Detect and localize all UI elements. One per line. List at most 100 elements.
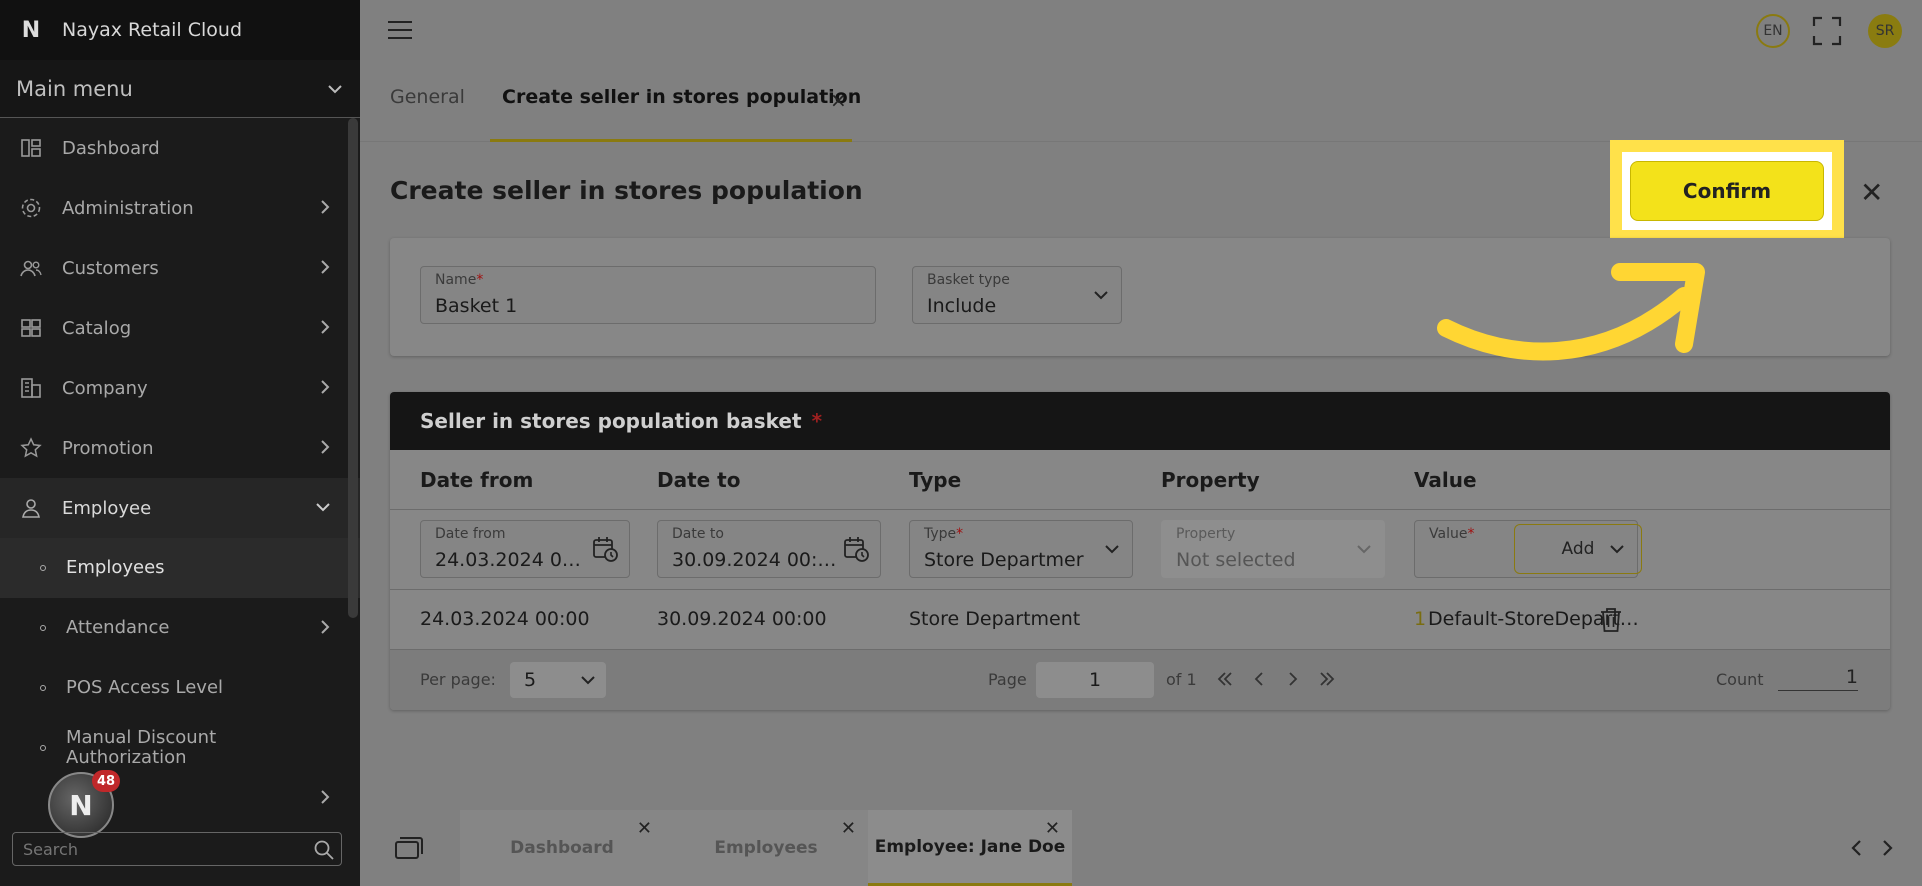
sidebar-item-promotion[interactable]: Promotion (0, 418, 360, 478)
sidebar-item-label: Promotion (62, 437, 154, 459)
active-tab-indicator (490, 139, 852, 142)
column-header-value: Value (1414, 468, 1477, 492)
fullscreen-icon[interactable] (1812, 16, 1842, 46)
property-select[interactable]: Property Not selected (1161, 520, 1385, 578)
chevron-down-icon (1094, 291, 1108, 300)
bottom-tab-employees[interactable]: Employees ✕ (664, 810, 868, 886)
sidebar-subitem-label: Manual Discount Authorization (66, 727, 217, 768)
bottom-tab-dashboard[interactable]: Dashboard ✕ (460, 810, 664, 886)
close-icon[interactable]: ✕ (1045, 818, 1060, 839)
chevron-right-icon (321, 620, 330, 634)
date-from-label: Date from (435, 526, 506, 542)
brand-bar: N Nayax Retail Cloud (0, 0, 360, 60)
tab-create-seller[interactable]: Create seller in stores population (502, 86, 861, 108)
language-selector[interactable]: EN (1756, 14, 1790, 48)
name-field-label: Name (435, 272, 477, 288)
trash-icon[interactable] (1598, 606, 1624, 634)
sidebar-item-label: Administration (62, 197, 194, 219)
sidebar-item-catalog[interactable]: Catalog (0, 298, 360, 358)
notification-badge: 48 (92, 770, 120, 792)
page-of-label: of 1 (1166, 670, 1197, 689)
name-field-value: Basket 1 (435, 295, 518, 317)
add-button[interactable]: Add (1514, 524, 1642, 574)
sidebar-subitem-employees[interactable]: Employees (0, 538, 360, 598)
column-header-type: Type (909, 468, 962, 492)
chevron-right-icon (321, 320, 330, 334)
sidebar-item-administration[interactable]: Administration (0, 178, 360, 238)
bottom-tab-label: Dashboard (510, 838, 614, 858)
count-label: Count (1716, 670, 1764, 689)
confirm-button[interactable]: Confirm (1630, 161, 1824, 221)
count-value: 1 (1778, 666, 1858, 691)
date-to-picker[interactable]: Date to 30.09.2024 00:… (657, 520, 881, 578)
date-to-value: 30.09.2024 00:… (672, 549, 837, 571)
windows-icon[interactable] (394, 836, 424, 860)
first-page-icon[interactable] (1216, 670, 1234, 688)
chevron-down-icon (1357, 545, 1371, 554)
chevron-down-icon (328, 84, 342, 93)
hamburger-menu-icon[interactable] (388, 21, 412, 39)
scroll-left-icon[interactable] (1850, 838, 1864, 858)
search-input[interactable] (23, 839, 303, 859)
bullet-icon (40, 565, 46, 571)
bottom-tab-employee-jane-doe[interactable]: Employee: Jane Doe ✕ (868, 810, 1072, 886)
scroll-right-icon[interactable] (1880, 838, 1894, 858)
column-header-date-to: Date to (657, 468, 741, 492)
open-windows-bar: Dashboard ✕ Employees ✕ Employee: Jane D… (360, 808, 1922, 886)
basket-details-card: Name* Basket 1 Basket type Include (390, 238, 1890, 356)
calendar-clock-icon[interactable] (591, 535, 619, 563)
table-pagination: Per page: 5 Page 1 of 1 Count 1 (390, 650, 1890, 710)
confirm-highlight: Confirm (1610, 140, 1844, 242)
user-avatar[interactable]: SR (1868, 14, 1902, 48)
calendar-clock-icon[interactable] (842, 535, 870, 563)
basket-type-select[interactable]: Basket type Include (912, 266, 1122, 324)
tab-close-icon[interactable]: × (830, 88, 847, 112)
star-icon (18, 435, 44, 461)
sidebar-subitem-pos-access-level[interactable]: POS Access Level (0, 658, 360, 718)
app-title: Nayax Retail Cloud (62, 19, 243, 41)
chevron-right-icon (321, 380, 330, 394)
close-icon[interactable]: ✕ (637, 818, 652, 839)
person-icon (18, 495, 44, 521)
bullet-icon (40, 745, 46, 751)
main-menu-toggle[interactable]: Main menu (0, 60, 360, 118)
main-area: EN SR General Create seller in stores po… (360, 0, 1922, 886)
chevron-right-icon (321, 790, 330, 804)
table-row[interactable]: 24.03.2024 00:00 30.09.2024 00:00 Store … (390, 590, 1890, 650)
next-page-icon[interactable] (1286, 670, 1300, 688)
dashboard-icon (18, 135, 44, 161)
page-label: Page (988, 670, 1027, 689)
page-title: Create seller in stores population (390, 176, 863, 205)
per-page-value: 5 (524, 669, 537, 691)
previous-page-icon[interactable] (1252, 670, 1266, 688)
cell-type: Store Department (909, 608, 1081, 630)
sidebar-item-label: Dashboard (62, 137, 160, 159)
sidebar-item-employee[interactable]: Employee (0, 478, 360, 538)
bullet-icon (40, 625, 46, 631)
close-icon[interactable]: ✕ (841, 818, 856, 839)
tab-general[interactable]: General (390, 86, 465, 108)
last-page-icon[interactable] (1318, 670, 1336, 688)
chevron-right-icon (321, 200, 330, 214)
page-input[interactable]: 1 (1036, 662, 1154, 698)
sidebar-item-label: Employee (62, 497, 152, 519)
cell-date-from: 24.03.2024 00:00 (420, 608, 590, 630)
sidebar-scrollbar[interactable] (348, 118, 358, 618)
name-field[interactable]: Name* Basket 1 (420, 266, 876, 324)
sidebar-subitem-label: Attendance (66, 617, 170, 638)
sidebar-item-customers[interactable]: Customers (0, 238, 360, 298)
value-label: Value (1429, 526, 1468, 542)
date-from-picker[interactable]: Date from 24.03.2024 0… (420, 520, 630, 578)
sidebar-subitem-manual-discount[interactable]: Manual Discount Authorization (0, 718, 360, 778)
sidebar-item-company[interactable]: Company (0, 358, 360, 418)
search-icon[interactable] (313, 839, 335, 861)
property-label: Property (1176, 526, 1236, 542)
sidebar-subitem-label: Employees (66, 557, 165, 578)
type-select[interactable]: Type* Store Departmer (909, 520, 1133, 578)
sidebar-item-dashboard[interactable]: Dashboard (0, 118, 360, 178)
sidebar-subitem-attendance[interactable]: Attendance (0, 598, 360, 658)
cell-date-to: 30.09.2024 00:00 (657, 608, 827, 630)
sidebar-subitem-label: POS Access Level (66, 677, 224, 698)
per-page-select[interactable]: 5 (510, 662, 606, 698)
close-icon[interactable]: ✕ (1860, 176, 1883, 209)
